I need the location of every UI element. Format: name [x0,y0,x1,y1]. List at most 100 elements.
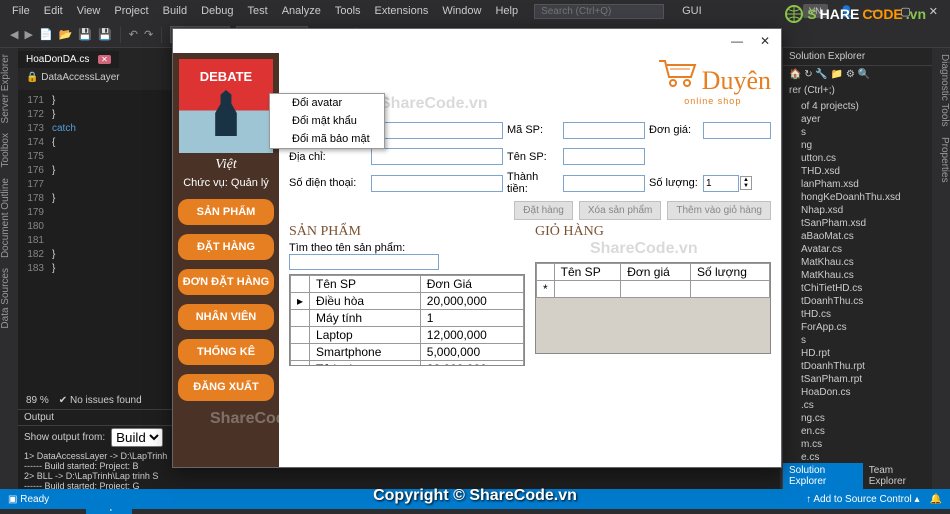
server-explorer-tab[interactable]: Server Explorer [0,54,18,123]
output-from-select[interactable]: Build [111,428,163,447]
menu-project[interactable]: Project [108,3,154,19]
redo-icon[interactable]: ↷ [144,28,153,41]
tree-item[interactable]: en.cs [789,425,926,438]
menu-debug[interactable]: Debug [195,3,239,19]
app-close-icon[interactable]: ✕ [755,34,775,48]
tree-item[interactable]: tSanPham.rpt [789,373,926,386]
tree-item[interactable]: tDoanhThu.cs [789,295,926,308]
menu-test[interactable]: Test [242,3,274,19]
tree-item[interactable]: m.cs [789,438,926,451]
tree-item[interactable]: Avatar.cs [789,243,926,256]
notifications-icon[interactable]: 🔔 [930,494,942,505]
cart-grid[interactable]: Tên SPĐơn giáSố lượng * [535,262,771,354]
tree-item[interactable]: ForApp.cs [789,321,926,334]
avatar[interactable]: DEBATE [179,59,273,153]
input-phone[interactable] [371,175,503,192]
tree-item[interactable]: MatKhau.cs [789,269,926,282]
tree-item[interactable]: hongKeDoanhThu.xsd [789,191,926,204]
menu-window[interactable]: Window [436,3,487,19]
menu-file[interactable]: File [6,3,36,19]
input-search-product[interactable] [289,254,439,270]
ide-search[interactable] [534,4,664,19]
btn-add-cart[interactable]: Thêm vào giỏ hàng [667,201,771,220]
nav-stats[interactable]: THỐNG KÊ [178,339,274,365]
app-minimize-icon[interactable]: — [727,34,747,48]
input-qty[interactable] [703,175,739,192]
tree-item[interactable]: Nhap.xsd [789,204,926,217]
menu-analyze[interactable]: Analyze [276,3,327,19]
col-product-name[interactable]: Tên SP [310,276,421,293]
tree-item[interactable]: tChiTietHD.cs [789,282,926,295]
col-cart-name[interactable]: Tên SP [554,264,621,281]
tree-item[interactable]: HD.rpt [789,347,926,360]
save-icon[interactable]: 💾 [78,28,92,41]
brand-name: Duyên [702,66,771,95]
tree-root[interactable]: of 4 projects) [789,100,926,113]
open-icon[interactable]: 📂 [59,28,73,41]
input-address[interactable] [371,148,503,165]
solution-tree[interactable]: of 4 projects) ayer s ng utton.cs THD.xs… [783,98,932,466]
menu-help[interactable]: Help [489,3,524,19]
menu-edit[interactable]: Edit [38,3,69,19]
nav-order[interactable]: ĐẶT HÀNG [178,234,274,260]
toolbox-tab[interactable]: Toolbox [0,133,18,167]
nav-logout[interactable]: ĐĂNG XUẤT [178,374,274,400]
menu-tools[interactable]: Tools [329,3,367,19]
left-tool-tabs: Server Explorer Toolbox Document Outline… [0,48,18,489]
menu-change-password[interactable]: Đổi mật khẩu [270,112,384,130]
tree-item[interactable]: utton.cs [789,152,926,165]
solution-search-hint: (Ctrl+;) [804,85,835,96]
nav-orders-list[interactable]: ĐƠN ĐẶT HÀNG [178,269,274,295]
input-sp-code[interactable] [563,122,645,139]
tree-item[interactable]: ng [789,139,926,152]
menu-view[interactable]: View [71,3,107,19]
input-total[interactable] [563,175,645,192]
menu-change-avatar[interactable]: Đổi avatar [270,94,384,112]
tree-item[interactable]: MatKhau.cs [789,256,926,269]
tree-item[interactable]: aBaoMat.cs [789,230,926,243]
input-sp-name[interactable] [563,148,645,165]
editor-tab-active[interactable]: HoaDonDA.cs ✕ [18,51,119,68]
zoom-level[interactable]: 89 % [26,395,49,406]
tree-item[interactable]: tHD.cs [789,308,926,321]
tree-item[interactable]: .cs [789,399,926,412]
forward-icon[interactable]: ▶ [24,28,32,41]
tree-item[interactable]: s [789,334,926,347]
product-grid[interactable]: Tên SPĐơn Giá ▸Điều hòa20,000,000 Máy tí… [289,274,525,366]
nav-products[interactable]: SẢN PHẨM [178,199,274,225]
input-unit-price[interactable] [703,122,771,139]
menu-change-security[interactable]: Đổi mã bảo mật [270,130,384,148]
tree-item[interactable]: tSanPham.xsd [789,217,926,230]
menu-build[interactable]: Build [157,3,193,19]
tree-item[interactable]: s [789,126,926,139]
diagnostic-tools-tab[interactable]: Diagnostic Tools [932,54,950,127]
tree-item[interactable]: THD.xsd [789,165,926,178]
document-outline-tab[interactable]: Document Outline [0,178,18,258]
col-cart-price[interactable]: Đơn giá [621,264,691,281]
col-cart-qty[interactable]: Số lượng [690,264,769,281]
save-all-icon[interactable]: 💾 [98,28,112,41]
col-product-price[interactable]: Đơn Giá [420,276,523,293]
tree-item[interactable]: lanPham.xsd [789,178,926,191]
new-icon[interactable]: 📄 [39,28,53,41]
solution-explorer-tab[interactable]: Solution Explorer [783,463,863,489]
undo-icon[interactable]: ↶ [129,28,138,41]
input-customer[interactable] [371,122,503,139]
tree-item[interactable]: tDoanhThu.rpt [789,360,926,373]
btn-remove-product[interactable]: Xóa sản phẩm [579,201,662,220]
solution-toolbar[interactable]: 🏠 ↻ 🔧 📁 ⚙ 🔍 [783,66,932,83]
data-sources-tab[interactable]: Data Sources [0,268,18,329]
team-explorer-tab[interactable]: Team Explorer [863,463,932,489]
btn-order[interactable]: Đặt hàng [514,201,573,220]
back-icon[interactable]: ◀ [10,28,18,41]
menu-extensions[interactable]: Extensions [369,3,435,19]
tree-item[interactable]: ayer [789,113,926,126]
label-address: Địa chỉ: [289,151,367,163]
qty-down-icon[interactable]: ▼ [741,183,751,189]
nav-staff[interactable]: NHÂN VIÊN [178,304,274,330]
properties-tab[interactable]: Properties [932,137,950,183]
tab-close-icon[interactable]: ✕ [98,55,111,64]
tree-item[interactable]: ng.cs [789,412,926,425]
tree-item[interactable]: HoaDon.cs [789,386,926,399]
add-source-control[interactable]: ↑ Add to Source Control ▴ [806,494,919,505]
